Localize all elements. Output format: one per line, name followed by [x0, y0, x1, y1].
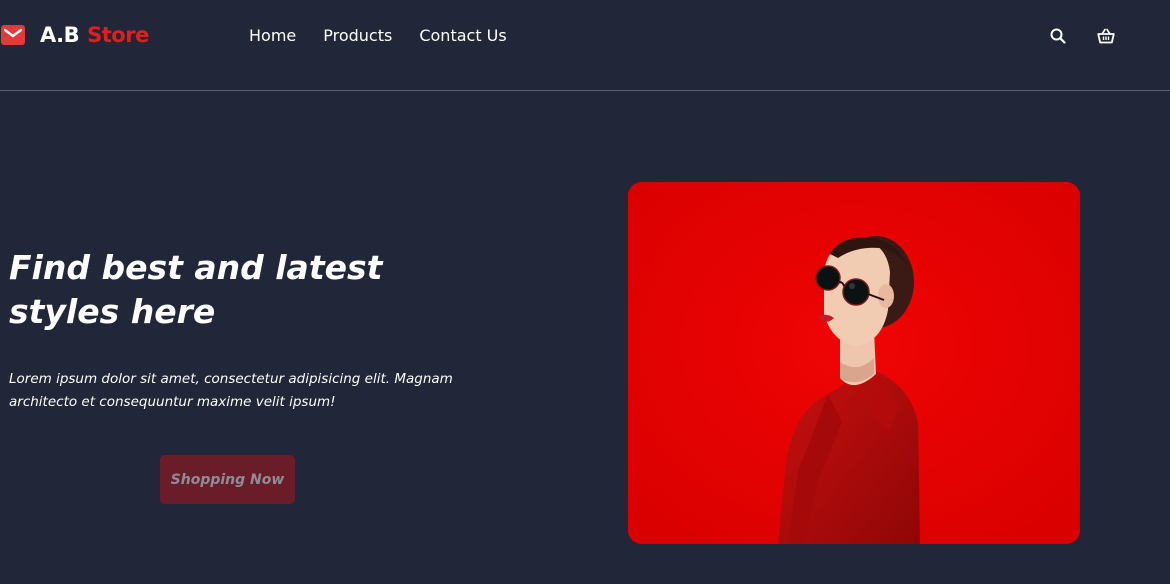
nav-home[interactable]: Home	[249, 26, 296, 45]
hero-title: Find best and latest styles here	[9, 248, 383, 331]
site-header: A.B Store Home Products Contact Us	[0, 0, 1170, 91]
nav-contact-us[interactable]: Contact Us	[419, 26, 506, 45]
shopping-now-button[interactable]: Shopping Now	[160, 455, 295, 504]
brand-name: A.B Store	[40, 23, 149, 47]
header-actions	[1049, 27, 1115, 45]
brand-accent: Store	[87, 23, 149, 47]
search-icon[interactable]	[1049, 27, 1067, 45]
envelope-icon	[0, 22, 26, 48]
page: A.B Store Home Products Contact Us Find …	[0, 0, 1170, 584]
hero-description: Lorem ipsum dolor sit amet, consectetur …	[9, 371, 453, 410]
basket-icon[interactable]	[1097, 27, 1115, 45]
nav-products[interactable]: Products	[323, 26, 392, 45]
logo[interactable]: A.B Store	[0, 22, 149, 48]
hero-image	[628, 182, 1080, 544]
brand-main: A.B	[40, 23, 80, 47]
main-nav: Home Products Contact Us	[249, 26, 507, 45]
